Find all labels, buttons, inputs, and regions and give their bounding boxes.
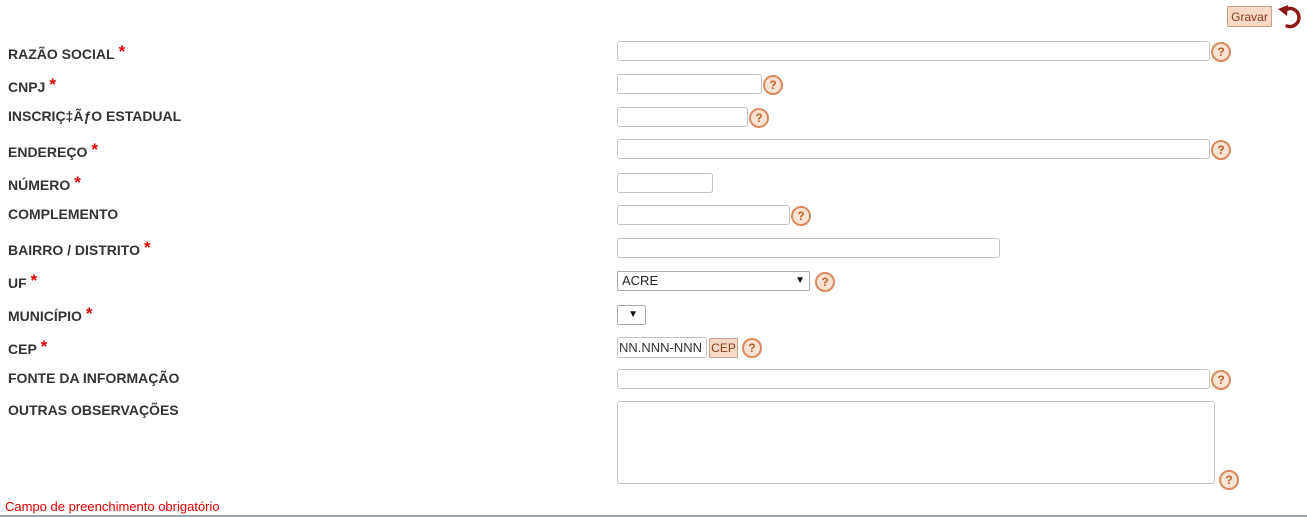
field-label-inscricao-estadual: INSCRIÇ‡Ãƒ​O ESTADUAL [8, 108, 181, 124]
uf-select[interactable]: ACRE ▼ [617, 271, 810, 291]
field-label-bairro: BAIRRO / DISTRITO * [8, 238, 151, 260]
field-label-razao-social: RAZÃO SOCIAL * [8, 42, 126, 64]
required-marker: * [91, 140, 98, 159]
uf-selected-value: ACRE [622, 273, 659, 288]
help-icon[interactable]: ? [763, 75, 783, 95]
municipio-select[interactable]: ▼ [617, 305, 646, 325]
numero-input[interactable] [617, 173, 713, 193]
field-label-endereco: ENDEREÇO * [8, 140, 98, 162]
save-button[interactable]: Gravar [1227, 6, 1272, 27]
field-label-cnpj: CNPJ * [8, 75, 56, 97]
field-label-municipio: MUNICÍPIO * [8, 304, 93, 326]
fonte-input[interactable] [617, 369, 1210, 389]
help-icon[interactable]: ? [791, 206, 811, 226]
label-text: ENDEREÇO [8, 144, 88, 160]
required-marker: * [30, 271, 38, 290]
required-field-note: Campo de preenchimento obrigatório [5, 499, 220, 514]
label-text: NÚMERO [8, 177, 71, 193]
undo-icon[interactable] [1276, 3, 1304, 31]
label-text: CEP [8, 341, 37, 357]
help-icon[interactable]: ? [815, 272, 835, 292]
required-marker: * [118, 42, 126, 61]
chevron-down-icon: ▼ [628, 309, 638, 320]
label-text: RAZÃO SOCIAL [8, 46, 115, 62]
cnpj-input[interactable] [617, 74, 762, 94]
chevron-down-icon: ▼ [795, 275, 805, 286]
complemento-input[interactable] [617, 205, 790, 225]
field-label-observacoes: OUTRAS OBSERVAÇÕES [8, 402, 179, 418]
bairro-input[interactable] [617, 238, 1000, 258]
help-icon[interactable]: ? [742, 338, 762, 358]
required-marker: * [143, 238, 151, 257]
label-text: UF [8, 275, 27, 291]
field-label-numero: NÚMERO * [8, 173, 81, 195]
label-text: MUNICÍPIO [8, 308, 82, 324]
cep-input[interactable] [617, 337, 707, 358]
required-marker: * [49, 75, 56, 94]
help-icon[interactable]: ? [749, 108, 769, 128]
label-text: CNPJ [8, 79, 46, 95]
help-icon[interactable]: ? [1211, 140, 1231, 160]
label-text: FONTE DA INFORMAÇÃO [8, 370, 180, 386]
label-text: COMPLEMENTO [8, 206, 119, 222]
help-icon[interactable]: ? [1211, 370, 1231, 390]
razao-social-input[interactable] [617, 41, 1210, 61]
required-marker: * [85, 304, 93, 323]
endereco-input[interactable] [617, 139, 1210, 159]
observacoes-textarea[interactable] [617, 401, 1215, 484]
help-icon[interactable]: ? [1219, 470, 1239, 490]
label-text: INSCRIÇ‡Ãƒ​O ESTADUAL [8, 108, 182, 124]
inscricao-estadual-input[interactable] [617, 107, 748, 127]
field-label-complemento: COMPLEMENTO [8, 206, 118, 222]
label-text: OUTRAS OBSERVAÇÕES [8, 402, 179, 418]
required-marker: * [74, 173, 81, 192]
field-label-cep: CEP * [8, 337, 48, 359]
help-icon[interactable]: ? [1211, 42, 1231, 62]
cep-lookup-button[interactable]: CEP [709, 338, 738, 358]
required-marker: * [40, 337, 48, 356]
label-text: BAIRRO / DISTRITO [8, 242, 140, 258]
field-label-fonte: FONTE DA INFORMAÇÃO [8, 370, 179, 386]
field-label-uf: UF * [8, 271, 38, 293]
